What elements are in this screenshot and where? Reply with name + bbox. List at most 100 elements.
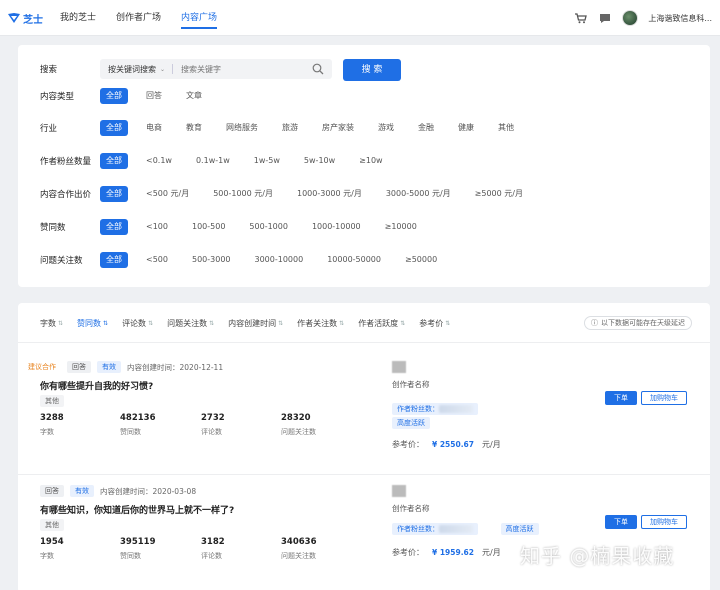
sort-label: 赞同数 bbox=[77, 318, 102, 328]
order-button[interactable]: 下单 bbox=[605, 391, 637, 405]
main-nav: 我的芝士 创作者广场 内容广场 bbox=[60, 0, 218, 36]
filter-option-industry[interactable]: 旅游 bbox=[276, 120, 304, 136]
question-title[interactable]: 有哪些知识，你知道后你的世界马上就不一样了? bbox=[40, 503, 234, 516]
order-button[interactable]: 下单 bbox=[605, 515, 637, 529]
sort-options: 字数 ⇅ 赞同数 ⇅ 评论数 ⇅ 问题关注数 ⇅ 内容创建时间 ⇅ 作者关注数 ⇅ 作者活跃度 ⇅ 参考价 ⇅ bbox=[40, 303, 464, 343]
filter-label: 行业 bbox=[40, 124, 58, 134]
valid-tag: 有效 bbox=[70, 485, 94, 497]
filter-option-price[interactable]: 1000-3000 元/月 bbox=[291, 186, 368, 202]
stat-value: 3288 bbox=[40, 413, 64, 423]
filter-option-industry[interactable]: 健康 bbox=[452, 120, 480, 136]
author-fans: 作者粉丝数： bbox=[392, 403, 478, 415]
filter-option-likes[interactable]: <100 bbox=[140, 219, 174, 235]
filter-option-industry[interactable]: 房产家装 bbox=[316, 120, 360, 136]
filter-option-likes[interactable]: 1000-10000 bbox=[306, 219, 367, 235]
filter-option-likes[interactable]: 100-500 bbox=[186, 219, 231, 235]
filter-option-followers[interactable]: 3000-10000 bbox=[249, 252, 310, 268]
nav-my-zhishi[interactable]: 我的芝士 bbox=[60, 0, 96, 36]
filter-option-likes[interactable]: 全部 bbox=[100, 219, 128, 235]
filter-option-industry[interactable]: 其他 bbox=[492, 120, 520, 136]
filter-option-price[interactable]: 500-1000 元/月 bbox=[207, 186, 279, 202]
add-to-cart-button[interactable]: 加购物车 bbox=[641, 391, 687, 405]
price-unit: 元/月 bbox=[482, 548, 501, 557]
filter-option-price[interactable]: <500 元/月 bbox=[140, 186, 195, 202]
search-input[interactable] bbox=[181, 64, 299, 74]
stat-followers: 340636 问题关注数 bbox=[281, 537, 317, 561]
sort-label: 作者关注数 bbox=[297, 318, 338, 328]
author-fans: 作者粉丝数： 高度活跃 bbox=[392, 523, 539, 535]
filter-option-fans[interactable]: 5w-10w bbox=[298, 153, 341, 169]
filter-option-fans[interactable]: 1w-5w bbox=[248, 153, 286, 169]
filter-option-likes[interactable]: 500-1000 bbox=[243, 219, 294, 235]
filter-options: 全部 <500 元/月 500-1000 元/月 1000-3000 元/月 3000-… bbox=[100, 186, 541, 202]
search-button[interactable]: 搜 索 bbox=[343, 59, 401, 81]
filter-option-content_type[interactable]: 回答 bbox=[140, 88, 168, 104]
filter-option-fans[interactable]: 0.1w-1w bbox=[190, 153, 236, 169]
author-name[interactable]: 创作者名称 bbox=[392, 379, 430, 390]
sort-option[interactable]: 字数 ⇅ bbox=[40, 318, 63, 329]
message-icon[interactable] bbox=[598, 11, 612, 25]
sort-option[interactable]: 评论数 ⇅ bbox=[122, 318, 153, 329]
stat-value: 28320 bbox=[281, 413, 311, 423]
sort-label: 问题关注数 bbox=[167, 318, 208, 328]
filter-option-price[interactable]: 全部 bbox=[100, 186, 128, 202]
sort-option[interactable]: 赞同数 ⇅ bbox=[77, 318, 108, 329]
search-label: 搜索 bbox=[40, 65, 58, 75]
price-row: 参考价： ¥ 1959.62 元/月 bbox=[392, 547, 501, 558]
stat-label: 赞同数 bbox=[120, 552, 141, 560]
filter-option-industry[interactable]: 电商 bbox=[140, 120, 168, 136]
filter-option-industry[interactable]: 游戏 bbox=[372, 120, 400, 136]
nav-creator-square[interactable]: 创作者广场 bbox=[116, 0, 161, 36]
sort-option[interactable]: 参考价 ⇅ bbox=[419, 318, 450, 329]
search-icon[interactable] bbox=[312, 63, 324, 75]
sort-option[interactable]: 问题关注数 ⇅ bbox=[167, 318, 214, 329]
price-value: ¥ 1959.62 bbox=[432, 548, 474, 557]
filter-option-content_type[interactable]: 全部 bbox=[100, 88, 128, 104]
filter-option-followers[interactable]: 10000-50000 bbox=[321, 252, 387, 268]
stat-words: 3288 字数 bbox=[40, 413, 64, 437]
sort-option[interactable]: 内容创建时间 ⇅ bbox=[228, 318, 283, 329]
stat-label: 问题关注数 bbox=[281, 552, 316, 560]
question-title[interactable]: 你有哪些提升自我的好习惯? bbox=[40, 379, 153, 392]
filter-option-industry[interactable]: 教育 bbox=[180, 120, 208, 136]
price-label: 参考价： bbox=[392, 440, 424, 449]
sort-label: 字数 bbox=[40, 318, 56, 328]
watermark: 知乎 @楠果收藏 bbox=[520, 544, 675, 568]
blurred-value bbox=[439, 525, 473, 533]
filter-option-followers[interactable]: 全部 bbox=[100, 252, 128, 268]
filter-option-likes[interactable]: ≥10000 bbox=[379, 219, 423, 235]
price-label: 参考价： bbox=[392, 548, 424, 557]
search-box: 按关键词搜索 ⌄ bbox=[100, 59, 332, 79]
cart-icon[interactable] bbox=[574, 11, 588, 25]
filter-row-likes: 赞同数 全部 <100 100-500 500-1000 1000-10000 ≥1000… bbox=[40, 219, 435, 235]
sort-arrow-icon: ⇅ bbox=[339, 319, 345, 327]
sort-option[interactable]: 作者活跃度 ⇅ bbox=[358, 318, 405, 329]
category-tag: 其他 bbox=[40, 395, 64, 407]
add-to-cart-button[interactable]: 加购物车 bbox=[641, 515, 687, 529]
logo[interactable]: 芝士 bbox=[7, 10, 43, 26]
filter-option-fans[interactable]: ≥10w bbox=[353, 153, 388, 169]
sort-arrow-icon: ⇅ bbox=[445, 319, 451, 327]
filter-option-fans[interactable]: 全部 bbox=[100, 153, 128, 169]
filter-option-fans[interactable]: <0.1w bbox=[140, 153, 178, 169]
sort-option[interactable]: 作者关注数 ⇅ bbox=[297, 318, 344, 329]
filter-option-content_type[interactable]: 文章 bbox=[180, 88, 208, 104]
stat-comments: 2732 评论数 bbox=[201, 413, 225, 437]
filter-label: 内容合作出价 bbox=[40, 190, 92, 200]
filter-option-followers[interactable]: ≥50000 bbox=[399, 252, 443, 268]
filter-option-followers[interactable]: 500-3000 bbox=[186, 252, 237, 268]
filter-option-price[interactable]: ≥5000 元/月 bbox=[469, 186, 529, 202]
sort-label: 参考价 bbox=[419, 318, 444, 328]
search-type-select[interactable]: 按关键词搜索 ⌄ bbox=[100, 64, 172, 75]
filter-option-followers[interactable]: <500 bbox=[140, 252, 174, 268]
card-tags: 回答 有效 内容创建时间：2020-03-08 bbox=[40, 485, 196, 497]
filter-option-price[interactable]: 3000-5000 元/月 bbox=[380, 186, 457, 202]
author-name[interactable]: 创作者名称 bbox=[392, 503, 430, 514]
author-avatar bbox=[392, 485, 406, 497]
filter-option-industry[interactable]: 网络服务 bbox=[220, 120, 264, 136]
filter-option-industry[interactable]: 金融 bbox=[412, 120, 440, 136]
company-name[interactable]: 上海谐致信息科... bbox=[648, 13, 712, 24]
nav-content-square[interactable]: 内容广场 bbox=[181, 0, 218, 36]
filter-option-industry[interactable]: 全部 bbox=[100, 120, 128, 136]
avatar[interactable] bbox=[622, 10, 639, 26]
